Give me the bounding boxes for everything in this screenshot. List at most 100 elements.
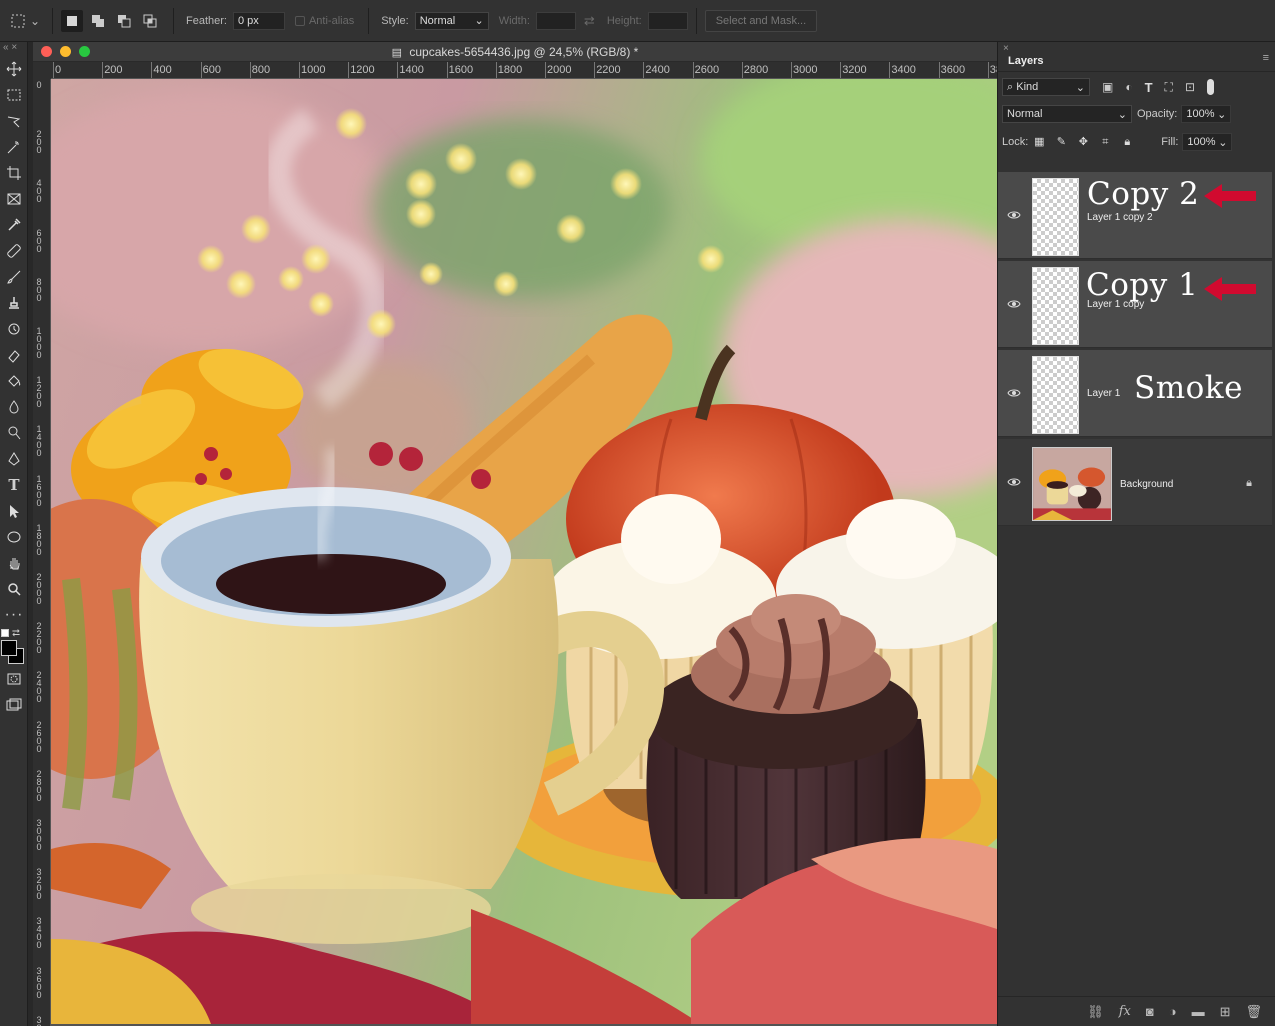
ruler-tick [692,62,694,78]
lock-position-icon[interactable]: ✥ [1077,136,1089,148]
lock-transparent-icon[interactable]: ▦ [1033,136,1045,148]
ellipse-tool-icon[interactable] [0,524,28,550]
layer-style-icon[interactable]: fx [1119,1004,1131,1019]
subtract-selection-button[interactable] [113,10,135,32]
type-filter-icon[interactable]: T [1145,80,1153,95]
eraser-tool-icon[interactable] [0,342,28,368]
foreground-color-swatch[interactable] [1,640,17,656]
blur-tool-icon[interactable] [0,394,28,420]
marquee-tool-icon[interactable] [0,82,28,108]
swap-colors-icon[interactable]: ⮂ [12,628,20,639]
height-input[interactable] [647,11,688,30]
ruler-tick-label: 2600 [694,64,720,76]
filter-kind-select[interactable]: ⌕ Kind ⌄ [1002,78,1090,96]
layer-row[interactable]: Copy 1 Layer 1 copy [998,261,1272,348]
antialias-checkbox[interactable] [294,15,305,26]
ruler-tick-label: 3600 [36,965,42,1000]
image-filter-icon[interactable]: ▣ [1102,80,1113,94]
new-layer-icon[interactable]: ⊞ [1220,1004,1231,1020]
visibility-eye-icon[interactable] [1007,388,1021,398]
history-brush-tool-icon[interactable] [0,316,28,342]
lock-all-icon[interactable]: 🔒︎ [1121,136,1133,148]
close-icon[interactable]: × [1003,43,1009,54]
dodge-tool-icon[interactable] [0,420,28,446]
add-mask-icon[interactable]: ◙ [1146,1004,1154,1019]
layer-row[interactable]: Layer 1 Smoke [998,350,1272,437]
feather-input[interactable] [232,11,285,30]
shape-filter-icon[interactable]: ⛶ [1165,80,1173,95]
ruler-tick [741,62,743,78]
more-tools-icon[interactable]: ··· [0,602,28,628]
tab-layers[interactable]: Layers [1008,55,1043,67]
layers-list: Copy 2 Layer 1 copy 2 Copy 1 Layer 1 cop… [998,170,1275,530]
style-select[interactable]: Normal ⌄ [414,11,489,30]
frame-tool-icon[interactable] [0,186,28,212]
brush-tool-icon[interactable] [0,264,28,290]
filter-toggle-icon[interactable] [1207,79,1215,95]
ruler-tick-label: 2200 [36,621,42,656]
screen-mode-icon[interactable] [0,692,28,718]
healing-brush-tool-icon[interactable] [0,238,28,264]
document-tab[interactable]: ▤ cupcakes-5654436.jpg @ 24,5% (RGB/8) * [33,42,997,62]
path-selection-tool-icon[interactable] [0,498,28,524]
vertical-ruler[interactable]: 0 200 400 600 800 1000 1200 1400 1600 1800 2000 220… [33,79,51,1026]
link-layers-icon[interactable]: ⛓ [1087,1004,1104,1020]
quick-mask-icon[interactable] [0,666,28,692]
opacity-input[interactable]: 100% ⌄ [1181,105,1232,123]
layer-row[interactable]: Background 🔒︎ [998,439,1272,526]
magic-wand-tool-icon[interactable] [0,134,28,160]
clone-stamp-tool-icon[interactable] [0,290,28,316]
paint-bucket-tool-icon[interactable] [0,368,28,394]
fill-input[interactable]: 100% ⌄ [1182,133,1233,151]
lock-image-icon[interactable]: ✎ [1055,136,1067,148]
collapse-panel-icon[interactable]: « × [0,42,27,56]
ruler-tick-label: 1800 [36,522,42,557]
horizontal-ruler[interactable]: 0 200 400 600 800 1000 1200 1400 1600 1800 2000 220… [51,62,997,79]
ruler-tick [495,62,497,78]
panel-footer: ⛓ fx ◙ ◑ ▬ ⊞ 🗑︎ [998,996,1275,1026]
filter-kind-label: Kind [1016,80,1039,93]
divider [52,7,53,34]
style-label: Style: [381,14,409,27]
new-group-icon[interactable]: ▬ [1192,1004,1205,1019]
ruler-tick-label: 3200 [842,64,867,76]
adjustment-layer-icon[interactable]: ◑ [1169,1004,1177,1019]
panel-menu-icon[interactable]: ≡ [1263,52,1269,64]
smart-object-filter-icon[interactable]: ⊡ [1185,80,1195,94]
width-input[interactable] [535,11,576,30]
eyedropper-tool-icon[interactable] [0,212,28,238]
pen-tool-icon[interactable] [0,446,28,472]
fill-value: 100% [1187,136,1216,148]
layer-row[interactable]: Copy 2 Layer 1 copy 2 [998,172,1272,259]
canvas-image[interactable] [51,79,997,1024]
new-selection-button[interactable] [61,9,83,32]
add-selection-button[interactable] [87,10,109,32]
crop-tool-icon[interactable] [0,160,28,186]
type-tool-icon[interactable]: T [0,472,28,498]
hand-tool-icon[interactable] [0,550,28,576]
chevron-down-icon: ⌄ [1117,108,1127,121]
tool-preset-picker[interactable]: ⌄ [10,8,44,34]
ruler-tick [545,62,546,78]
zoom-tool-icon[interactable] [0,576,28,602]
layer-annotation: Copy 1 [1086,267,1199,303]
select-and-mask-button[interactable]: Select and Mask... [704,9,818,32]
lasso-tool-icon[interactable] [0,108,28,134]
visibility-eye-icon[interactable] [1007,477,1021,487]
visibility-eye-icon[interactable] [1007,210,1021,220]
adjustment-filter-icon[interactable]: ◐ [1125,80,1132,94]
lock-icon[interactable]: 🔒︎ [1246,477,1252,490]
color-swatches[interactable]: ⮂ [0,628,28,666]
move-tool-icon[interactable] [0,56,28,82]
divider [695,7,697,34]
default-colors-icon[interactable] [1,629,9,637]
intersect-selection-button[interactable] [139,10,161,32]
blend-mode-select[interactable]: Normal ⌄ [1002,105,1132,123]
visibility-eye-icon[interactable] [1007,299,1021,309]
ruler-tick [397,62,399,78]
swap-dimensions-icon[interactable]: ⇄ [584,13,595,29]
ruler-origin[interactable] [33,62,51,79]
lock-artboard-icon[interactable]: ⌗ [1099,136,1111,148]
ruler-tick-label: 2400 [36,670,42,705]
delete-layer-icon[interactable]: 🗑︎ [1245,1004,1262,1020]
